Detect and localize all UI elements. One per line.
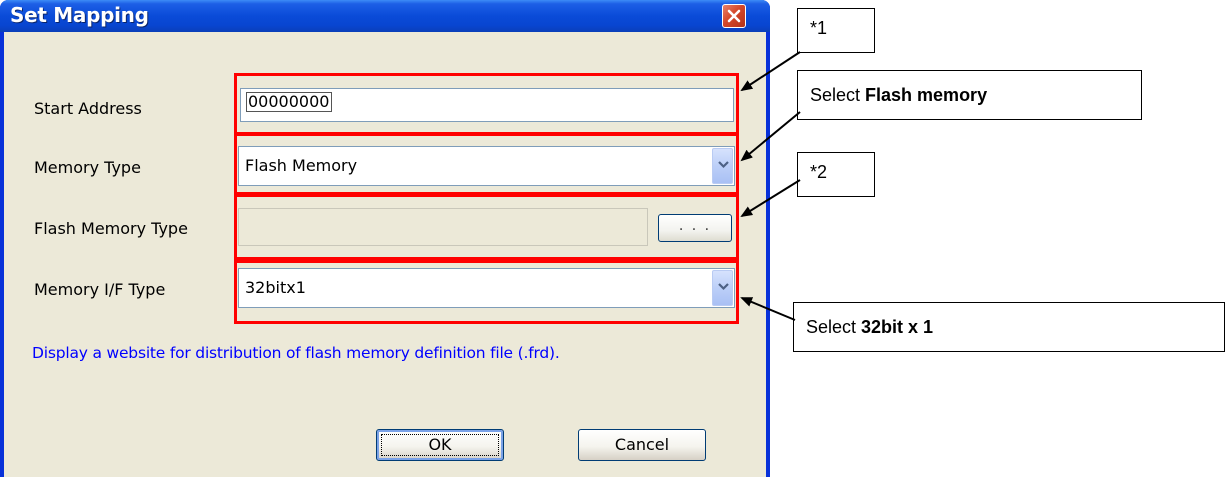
callout-note-2-text: *2: [810, 162, 828, 182]
callout-note-2: *2: [797, 152, 875, 197]
memory-type-label: Memory Type: [34, 158, 141, 177]
memory-if-type-label: Memory I/F Type: [34, 280, 166, 299]
highlight-memory-type: [234, 133, 739, 195]
highlight-flash-memory-type: [234, 194, 739, 260]
cancel-button[interactable]: Cancel: [578, 429, 706, 461]
flash-memory-type-label: Flash Memory Type: [34, 219, 188, 238]
highlight-start-address: [234, 73, 739, 135]
focus-rectangle: [381, 434, 499, 456]
callout-select-flash: Select Flash memory: [797, 70, 1142, 120]
dialog-title: Set Mapping: [10, 3, 149, 27]
callout-select-32bit: Select 32bit x 1: [793, 302, 1225, 352]
cancel-button-label: Cancel: [614, 435, 670, 454]
callout-note-1-text: *1: [810, 18, 828, 38]
callout-select-flash-bold: Flash memory: [865, 85, 988, 105]
callout-select-flash-prefix: Select: [810, 85, 866, 105]
callout-note-1: *1: [797, 8, 875, 53]
start-address-label: Start Address: [34, 99, 142, 118]
flash-definition-website-link[interactable]: Display a website for distribution of fl…: [32, 344, 560, 362]
close-x-icon: [727, 9, 741, 23]
close-button[interactable]: [722, 4, 746, 28]
callout-select-32-bold: 32bit x 1: [861, 317, 934, 337]
callout-select-32-prefix: Select: [806, 317, 862, 337]
highlight-memory-if-type: [234, 260, 739, 324]
ok-button[interactable]: OK: [376, 429, 504, 461]
title-bar[interactable]: Set Mapping: [0, 0, 770, 32]
